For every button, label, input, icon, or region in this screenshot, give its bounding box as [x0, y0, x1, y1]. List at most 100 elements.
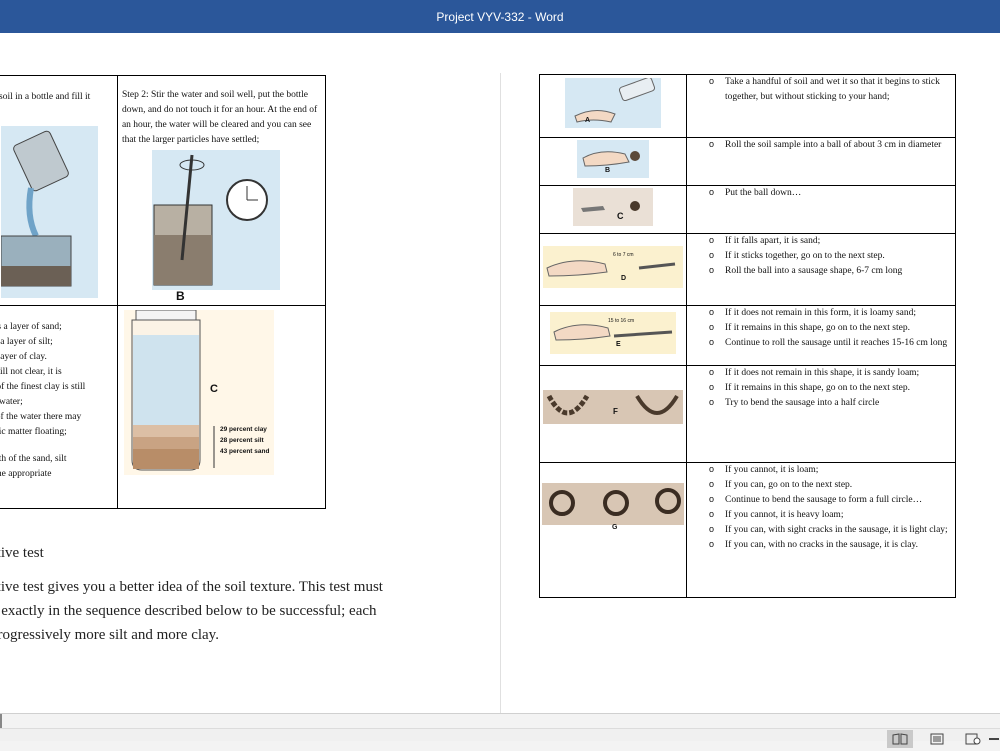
list-item: If you cannot, it is loam; [693, 462, 951, 478]
figure-note: 15 to 16 cm [608, 317, 635, 324]
cell-line: m is a layer of sand; [0, 322, 62, 332]
section-heading: ative test [0, 545, 44, 561]
web-layout-button[interactable] [960, 730, 986, 748]
figure-label: E [616, 340, 621, 348]
zoom-out-icon [989, 738, 999, 740]
figure-cell: G [539, 462, 687, 598]
instruction-cell: Roll the soil sample into a ball of abou… [686, 137, 956, 186]
sausage-6cm-figure: 6 to 7 cm D [543, 245, 683, 288]
wet-soil-figure: A [565, 76, 661, 128]
cell-line: the water; [0, 397, 23, 407]
table-row: 6 to 7 cm D If it falls apart, it is san… [539, 233, 956, 306]
list-item: If it remains in this shape, go on to th… [693, 320, 951, 336]
list-item: Take a handful of soil and wet it so tha… [693, 74, 951, 105]
instruction-cell: Take a handful of soil and wet it so tha… [686, 74, 956, 138]
figure-cell: A [539, 74, 687, 138]
settled-jar-figure: C 29 percent clay 28 percent silt 43 per… [123, 309, 274, 475]
figure-label: G [612, 524, 618, 531]
stir-jar-illustration [153, 154, 268, 286]
document-canvas[interactable]: soil in a bottle and fill it Step 2: Sti… [0, 33, 1000, 713]
figure-label: B [175, 289, 185, 303]
paragraph-line: ative test gives you a better idea of th… [0, 579, 383, 595]
roll-ball-figure: B [577, 139, 649, 178]
instruction-list: Take a handful of soil and wet it so tha… [693, 74, 951, 105]
horizontal-scrollbar[interactable] [0, 728, 1000, 741]
stirring-figure: B [151, 150, 280, 303]
table-row: 15 to 16 cm E If it does not remain in t… [539, 305, 956, 366]
instruction-list: Roll the soil sample into a ball of abou… [693, 137, 951, 153]
instruction-cell: If it does not remain in this form, it i… [686, 305, 956, 366]
list-item: If you cannot, it is heavy loam; [693, 507, 951, 523]
instruction-list: If it does not remain in this form, it i… [693, 305, 951, 351]
figure-cell: C [539, 185, 687, 234]
figure-label: F [613, 407, 618, 416]
body-paragraph: ative test gives you a better idea of th… [0, 575, 460, 647]
hand-ball-illustration [582, 150, 640, 167]
status-bar [0, 713, 1000, 751]
zoom-out-button[interactable] [988, 730, 1000, 748]
legend-silt: 28 percent silt [219, 437, 264, 444]
cell-line: is still not clear, it is [0, 367, 62, 377]
print-layout-button[interactable] [924, 730, 950, 748]
cell-text: soil in a bottle and fill it [0, 92, 91, 102]
list-item: If you can, go on to the next step. [693, 477, 951, 493]
page-divider [500, 73, 501, 713]
instruction-list: If you cannot, it is loam; If you can, g… [693, 462, 951, 553]
list-item: Try to bend the sausage into a half circ… [693, 395, 951, 411]
rings-illustration [549, 488, 681, 516]
table-row: B Roll the soil sample into a ball of ab… [539, 137, 956, 186]
pouring-water-illustration [0, 130, 71, 286]
table-cell-step1: soil in a bottle and fill it [0, 75, 118, 306]
figure-label: C [617, 210, 624, 221]
list-item: Put the ball down… [693, 185, 951, 201]
cell-text: Step 2: Stir the water and soil well, pu… [121, 90, 318, 145]
figure-label: D [621, 274, 627, 282]
table-row: G If you cannot, it is loam; If you can,… [539, 462, 956, 598]
list-item: If it does not remain in this shape, it … [693, 365, 951, 381]
table-cell-jar: C 29 percent clay 28 percent silt 43 per… [116, 305, 327, 509]
table-row: F If it does not remain in this shape, i… [539, 365, 956, 463]
left-page-table: soil in a bottle and fill it Step 2: Sti… [0, 75, 327, 509]
pouring-water-figure [0, 125, 98, 298]
table-cell-step3: m is a layer of sand; e is a layer of si… [0, 305, 118, 509]
read-mode-icon [892, 733, 908, 745]
table-row: C Put the ball down… [539, 185, 956, 234]
list-item: If you can, with sight cracks in the sau… [693, 522, 951, 538]
ball-down-figure: C [573, 187, 653, 226]
instruction-cell: If it falls apart, it is sand; If it sti… [686, 233, 956, 306]
figure-cell: F [539, 365, 687, 463]
list-item: If you can, with no cracks in the sausag… [693, 537, 951, 553]
cell-line [0, 440, 113, 452]
list-item: Roll the soil sample into a ball of abou… [693, 137, 951, 153]
half-circle-figure: F [543, 390, 683, 424]
cell-line: s a layer of clay. [0, 352, 47, 362]
table-row: A Take a handful of soil and wet it so t… [539, 74, 956, 138]
instruction-list: Put the ball down… [693, 185, 951, 201]
list-item: Continue to roll the sausage until it re… [693, 335, 951, 351]
legend-sand: 43 percent sand [219, 448, 270, 455]
figure-cell: B [539, 137, 687, 186]
figure-cell: 6 to 7 cm D [539, 233, 687, 306]
cell-line: ce of the water there may [0, 412, 82, 422]
list-item: Roll the ball into a sausage shape, 6-7 … [693, 263, 951, 279]
instruction-cell: If you cannot, it is loam; If you can, g… [686, 462, 956, 598]
figure-label: A [585, 117, 591, 124]
table-cell-step2: Step 2: Stir the water and soil well, pu… [116, 75, 327, 306]
list-item: If it does not remain in this form, it i… [693, 305, 951, 321]
figure-label: B [605, 166, 611, 174]
list-item: If it falls apart, it is sand; [693, 233, 951, 249]
full-circle-figure: G [542, 483, 684, 531]
cell-line: e is a layer of silt; [0, 337, 53, 347]
cell-line: depth of the sand, silt [0, 454, 67, 464]
list-item: If it remains in this shape, go on to th… [693, 380, 951, 396]
right-page-table: A Take a handful of soil and wet it so t… [539, 74, 956, 598]
sausage-15cm-figure: 15 to 16 cm E [550, 311, 676, 354]
cell-line: ganic matter floating; [0, 427, 67, 437]
instruction-list: If it falls apart, it is sand; If it sti… [693, 233, 951, 279]
cell-line: ne of the finest clay is still [0, 382, 86, 392]
window-title: Project VYV-332 - Word [436, 9, 564, 24]
read-mode-button[interactable] [887, 730, 913, 748]
list-item: Continue to bend the sausage to form a f… [693, 492, 951, 508]
figure-cell: 15 to 16 cm E [539, 305, 687, 366]
jar-legend: 29 percent clay 28 percent silt 43 perce… [220, 424, 270, 457]
